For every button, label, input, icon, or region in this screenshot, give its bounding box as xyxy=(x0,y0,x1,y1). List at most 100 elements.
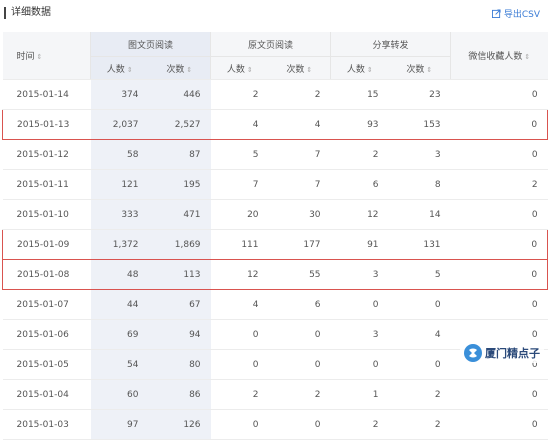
col-times-label: 次数 xyxy=(286,64,305,75)
cell-or-times: 177 xyxy=(268,229,331,260)
cell-sh-times: 8 xyxy=(388,169,451,200)
table-row: 2015-01-03 97 126 0 0 2 2 0 xyxy=(2,409,548,440)
cell-fav: 0 xyxy=(450,139,548,170)
cell-or-people: 2 xyxy=(210,79,269,110)
sort-icon: ⇕ xyxy=(524,53,531,61)
cell-date: 2015-01-09 xyxy=(2,229,91,260)
col-or-people-header[interactable]: 人数 ⇕ xyxy=(210,56,269,80)
cell-sh-people: 1 xyxy=(330,379,389,410)
cell-gr-times: 67 xyxy=(148,289,211,320)
col-times-label: 次数 xyxy=(406,64,425,75)
cell-sh-people: 6 xyxy=(330,169,389,200)
cell-gr-people: 48 xyxy=(90,259,149,290)
cell-sh-times: 0 xyxy=(388,289,451,320)
cell-gr-people: 58 xyxy=(90,139,149,170)
cell-fav: 0 xyxy=(450,199,548,230)
cell-date: 2015-01-11 xyxy=(2,169,91,200)
cell-date: 2015-01-10 xyxy=(2,199,91,230)
watermark: 厦门精点子 xyxy=(460,343,544,363)
col-gr-people-header[interactable]: 人数 ⇕ xyxy=(90,56,149,80)
table-row: 2015-01-11 121 195 7 7 6 8 2 xyxy=(2,169,548,200)
cell-sh-times: 14 xyxy=(388,199,451,230)
cell-gr-times: 1,869 xyxy=(148,229,211,260)
sort-icon: ⇕ xyxy=(36,53,43,61)
cell-or-times: 30 xyxy=(268,199,331,230)
col-time-label: 时间 xyxy=(16,52,35,62)
cell-gr-times: 2,527 xyxy=(148,109,211,140)
cell-date: 2015-01-12 xyxy=(2,139,91,170)
col-wechat-fav-header[interactable]: 微信收藏人数 ⇕ xyxy=(450,32,548,80)
cell-date: 2015-01-14 xyxy=(2,79,91,110)
col-share-header: 分享转发 xyxy=(330,32,451,57)
col-people-label: 人数 xyxy=(226,64,245,75)
cell-sh-people: 0 xyxy=(330,349,389,380)
table-row-highlighted: 2015-01-08 48 113 12 55 3 5 0 xyxy=(2,259,549,290)
cell-fav: 0 xyxy=(450,229,549,260)
cell-or-people: 7 xyxy=(210,169,269,200)
cell-date: 2015-01-03 xyxy=(2,409,91,440)
cell-sh-people: 15 xyxy=(330,79,389,110)
cell-sh-people: 2 xyxy=(330,409,389,440)
col-wechat-fav-label: 微信收藏人数 xyxy=(468,52,523,62)
watermark-text: 厦门精点子 xyxy=(485,347,540,360)
cell-sh-times: 3 xyxy=(388,139,451,170)
table-row: 2015-01-07 44 67 4 6 0 0 0 xyxy=(2,289,548,320)
cell-sh-people: 91 xyxy=(330,229,389,260)
cell-fav: 2 xyxy=(450,169,548,200)
cell-sh-times: 153 xyxy=(388,109,451,140)
col-sh-times-header[interactable]: 次数 ⇕ xyxy=(388,56,451,80)
detail-data-table: 时间 ⇕ 图文页阅读 原文页阅读 分享转发 微信收藏人数 ⇕ 人数 ⇕ 次数 ⇕ 人数 ⇕… xyxy=(2,32,549,440)
cell-gr-times: 113 xyxy=(148,259,211,290)
watermark-logo-icon xyxy=(464,344,482,362)
cell-or-people: 111 xyxy=(210,229,269,260)
export-icon xyxy=(491,9,501,18)
cell-or-times: 6 xyxy=(268,289,331,320)
sort-icon: ⇕ xyxy=(366,65,373,74)
table-row: 2015-01-04 60 86 2 2 1 2 0 xyxy=(2,379,548,410)
cell-or-people: 0 xyxy=(210,409,269,440)
cell-gr-people: 97 xyxy=(90,409,149,440)
cell-or-times: 2 xyxy=(268,379,331,410)
cell-sh-people: 3 xyxy=(330,319,389,350)
sort-icon: ⇕ xyxy=(186,65,193,74)
sort-icon: ⇕ xyxy=(426,65,433,74)
table-row: 2015-01-12 58 87 5 7 2 3 0 xyxy=(2,139,548,170)
col-gr-times-header[interactable]: 次数 ⇕ xyxy=(148,56,211,80)
cell-fav: 0 xyxy=(450,289,548,320)
sort-icon: ⇕ xyxy=(306,65,313,74)
cell-gr-people: 374 xyxy=(90,79,149,110)
col-time-header[interactable]: 时间 ⇕ xyxy=(2,32,91,80)
cell-fav: 0 xyxy=(450,409,548,440)
col-or-times-header[interactable]: 次数 ⇕ xyxy=(268,56,331,80)
cell-or-people: 4 xyxy=(210,289,269,320)
cell-sh-people: 12 xyxy=(330,199,389,230)
cell-fav: 0 xyxy=(450,259,549,290)
cell-gr-times: 94 xyxy=(148,319,211,350)
section-title: 详细数据 xyxy=(4,7,51,19)
cell-or-times: 0 xyxy=(268,409,331,440)
cell-gr-times: 80 xyxy=(148,349,211,380)
cell-gr-people: 60 xyxy=(90,379,149,410)
cell-or-people: 4 xyxy=(210,109,269,140)
cell-or-times: 7 xyxy=(268,169,331,200)
cell-or-people: 20 xyxy=(210,199,269,230)
cell-date: 2015-01-13 xyxy=(2,109,91,140)
cell-sh-times: 4 xyxy=(388,319,451,350)
cell-fav: 0 xyxy=(450,109,549,140)
cell-sh-times: 2 xyxy=(388,409,451,440)
col-original-read-header: 原文页阅读 xyxy=(210,32,331,57)
sort-icon: ⇕ xyxy=(126,65,133,74)
cell-sh-people: 2 xyxy=(330,139,389,170)
cell-fav: 0 xyxy=(450,79,548,110)
cell-or-times: 0 xyxy=(268,319,331,350)
col-times-label: 次数 xyxy=(166,64,185,75)
cell-or-people: 2 xyxy=(210,379,269,410)
cell-date: 2015-01-07 xyxy=(2,289,91,320)
export-csv-link[interactable]: 导出CSV xyxy=(491,7,540,20)
col-sh-people-header[interactable]: 人数 ⇕ xyxy=(330,56,389,80)
cell-date: 2015-01-06 xyxy=(2,319,91,350)
cell-sh-people: 0 xyxy=(330,289,389,320)
cell-or-times: 2 xyxy=(268,79,331,110)
cell-sh-times: 2 xyxy=(388,379,451,410)
table-row-highlighted: 2015-01-09 1,372 1,869 111 177 91 131 0 xyxy=(2,229,549,260)
